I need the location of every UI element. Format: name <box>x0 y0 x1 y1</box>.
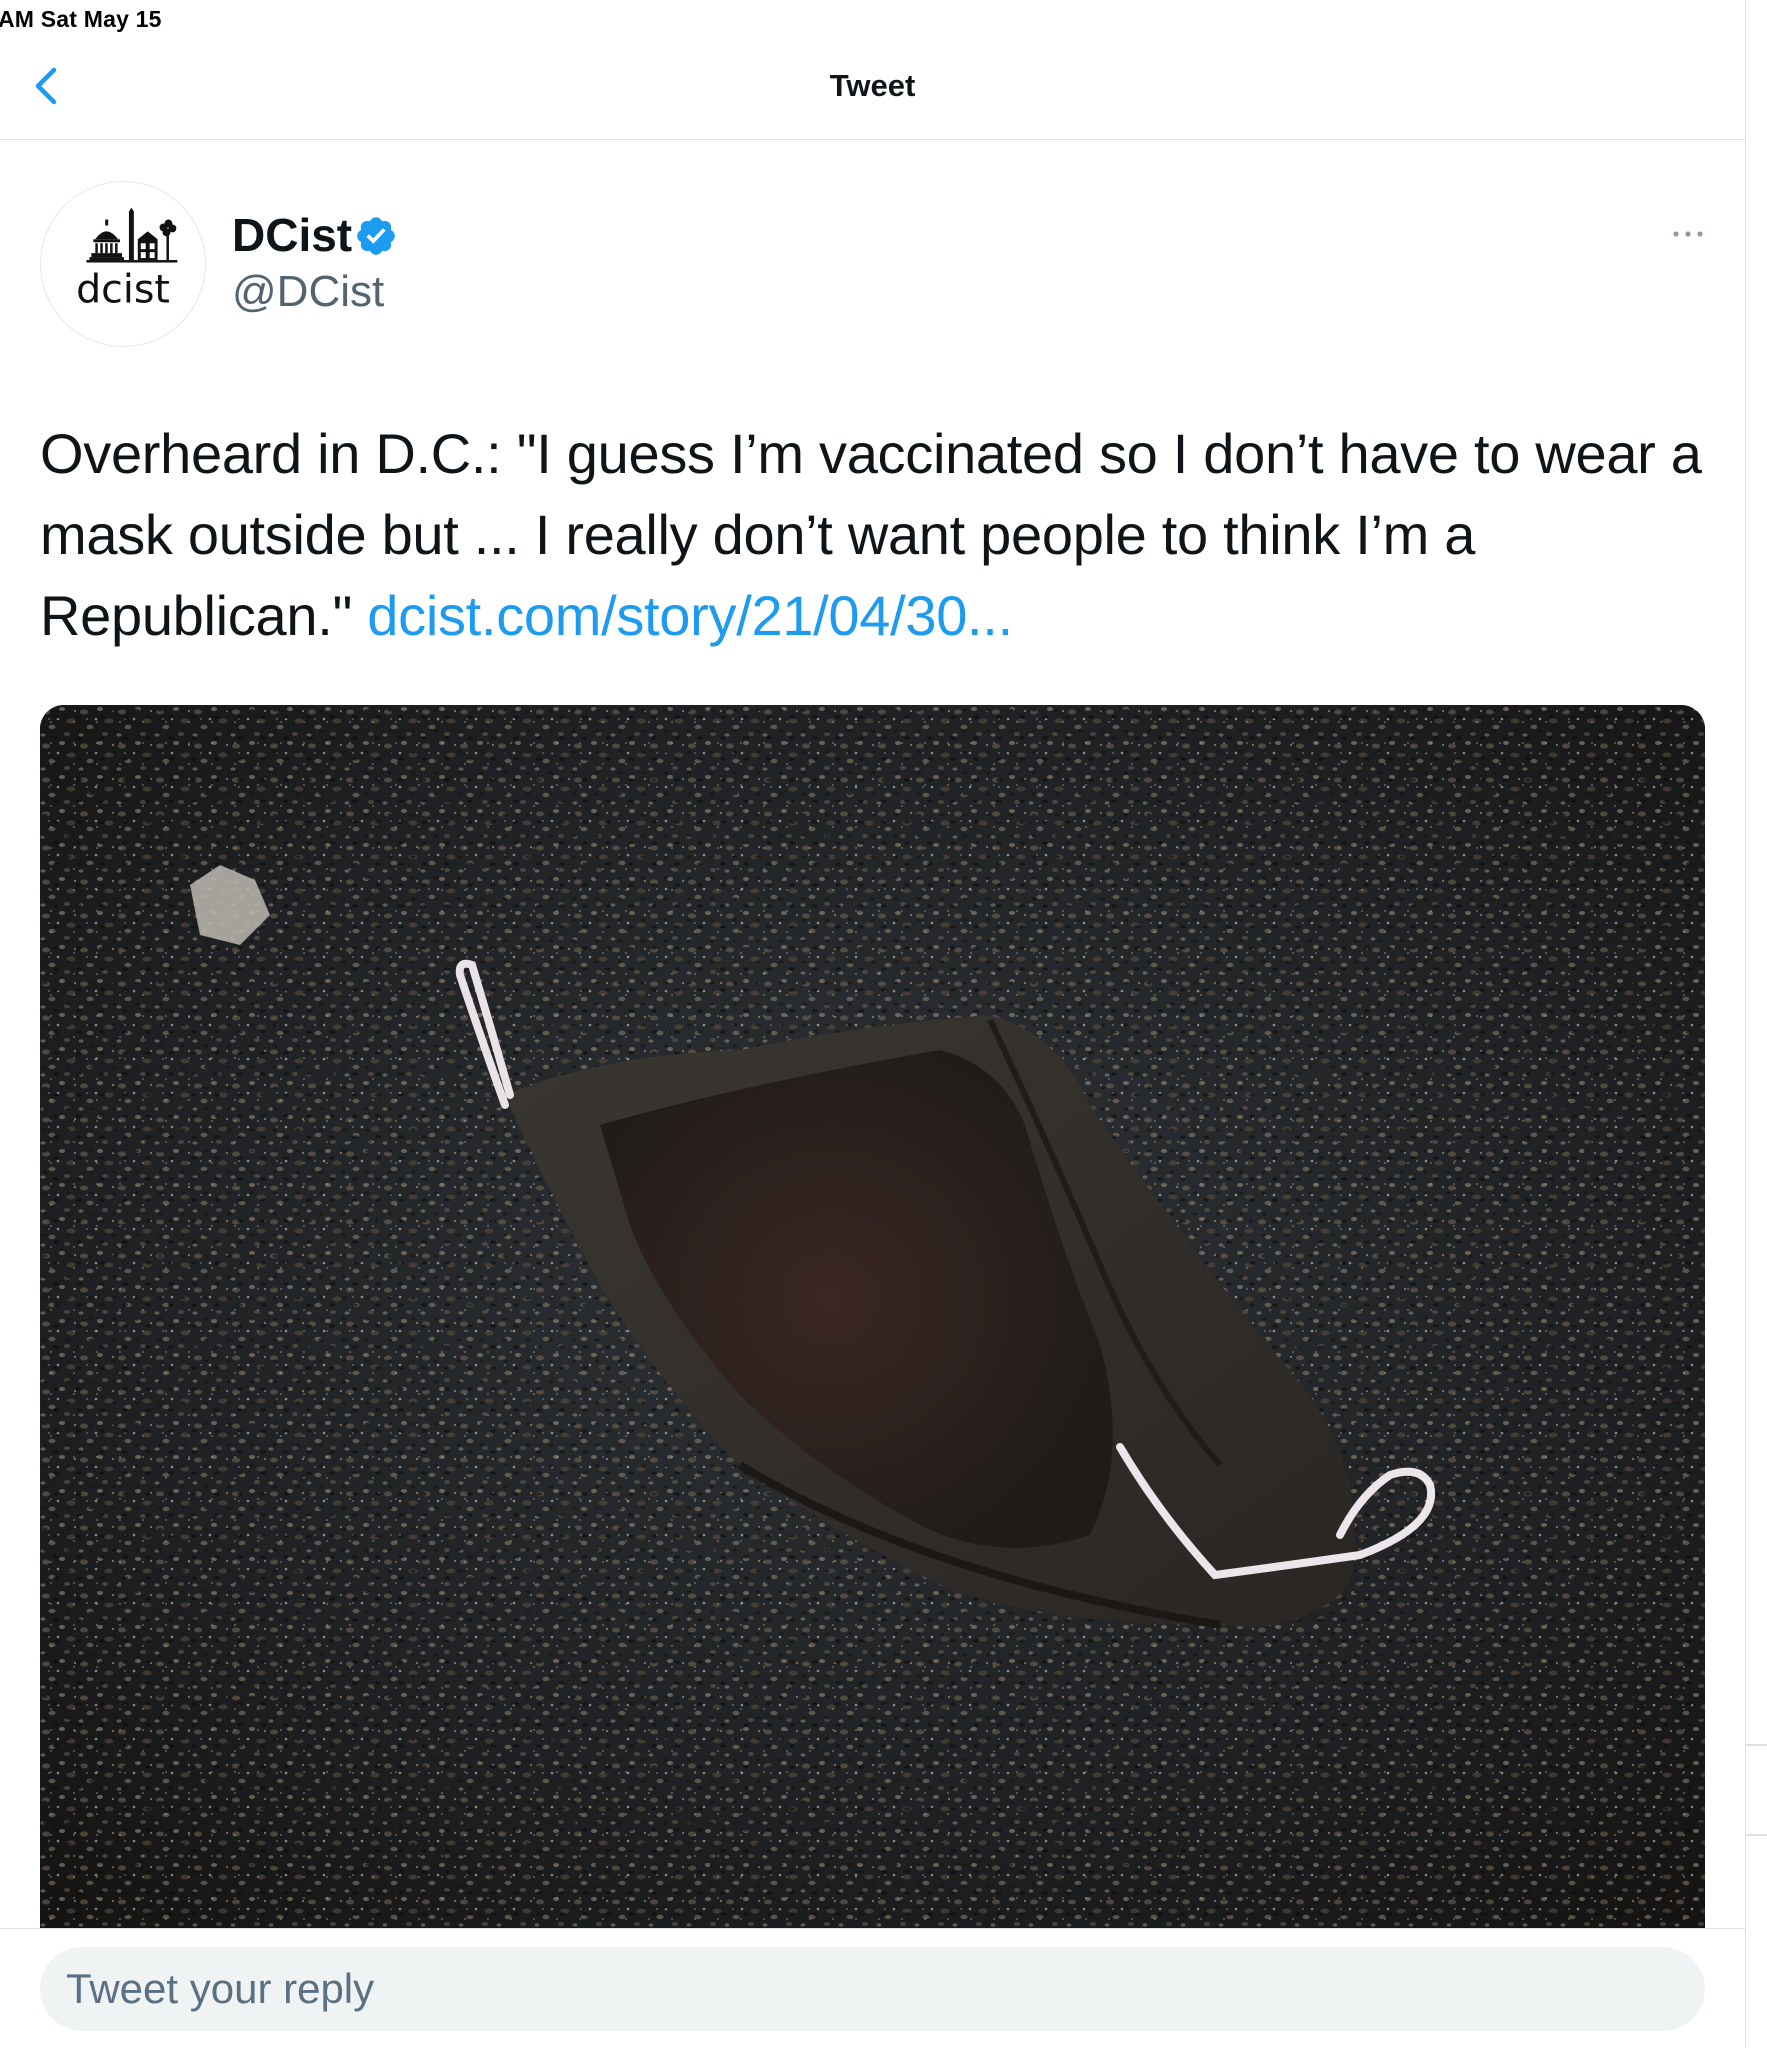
avatar-logo-text: dcist <box>76 267 170 313</box>
right-panel-divider <box>1746 1834 1767 1836</box>
right-panel-divider <box>1746 1744 1767 1746</box>
tweet-link[interactable]: dcist.com/story/21/04/30... <box>367 584 1013 647</box>
author-avatar[interactable]: dcist <box>40 181 206 347</box>
dcist-logo-icon: dcist <box>76 207 178 313</box>
tweet-text: Overheard in D.C.: "I guess I’m vaccinat… <box>40 413 1740 656</box>
page-title: Tweet <box>829 68 916 103</box>
reply-input[interactable] <box>40 1947 1705 2031</box>
verified-badge-icon <box>357 217 395 255</box>
tweet-text-segment: Republican." <box>40 584 353 647</box>
more-options-button[interactable] <box>1668 222 1708 246</box>
tweet-photo[interactable] <box>40 705 1705 1928</box>
right-panel-edge <box>1745 0 1767 2048</box>
tweet-text-line: mask outside but ... I really don’t want… <box>40 503 1476 566</box>
reply-composer <box>0 1928 1745 2049</box>
discarded-mask-photo <box>40 705 1705 1928</box>
status-bar-datetime: AM Sat May 15 <box>0 6 162 32</box>
author-handle[interactable]: @DCist <box>232 267 384 317</box>
tweet-text-line-last: Republican." dcist.com/story/21/04/30... <box>40 575 1740 656</box>
status-bar: AM Sat May 15 <box>0 0 1745 40</box>
author-name[interactable]: DCist <box>232 208 352 262</box>
ellipsis-icon <box>1673 231 1703 237</box>
tweet-text-line: Overheard in D.C.: "I guess I’m vaccinat… <box>40 422 1702 485</box>
navigation-header: Tweet <box>0 40 1745 140</box>
